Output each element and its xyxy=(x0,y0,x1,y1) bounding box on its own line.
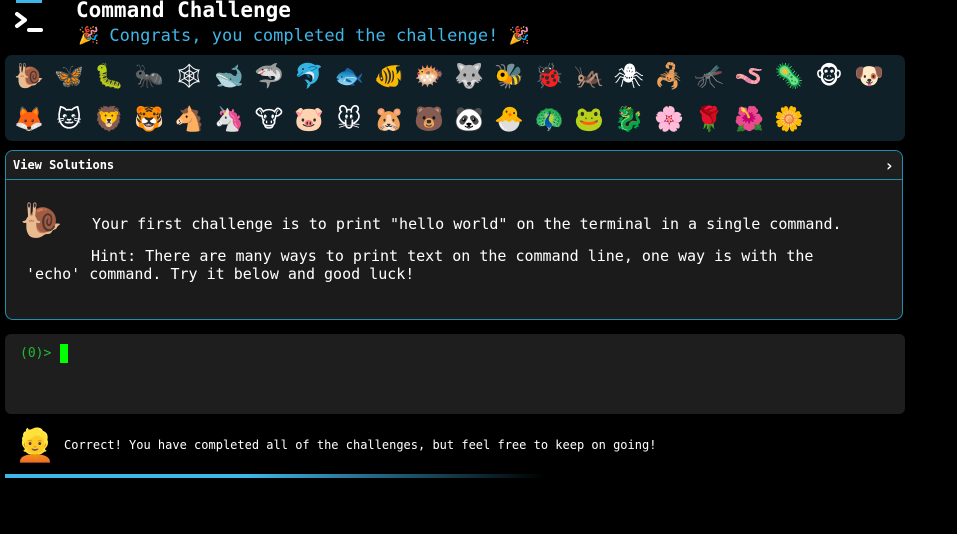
achievement-emoji-icon: 🌺 xyxy=(734,105,764,133)
challenge-panel: View Solutions › 🐌 Your first challenge … xyxy=(5,150,903,320)
achievement-emoji-icon: 🐠 xyxy=(374,62,404,90)
view-solutions-toggle[interactable]: View Solutions › xyxy=(6,151,902,180)
achievement-emoji-icon: 🐟 xyxy=(334,62,364,90)
achievement-emoji-icon: 🐋 xyxy=(214,62,244,90)
emoji-row: 🐌 🦋 🐛 🐜 🕸 🐋 🦈 🐬 🐟 🐠 🐡 🐺 🐝 🐞 🦗 🕷 🦂 🦟 🪱 🦠 🐵 🐶 xyxy=(9,59,889,93)
achievement-emoji-icon: 🕸 xyxy=(173,62,205,90)
challenge-hint: Hint: There are many ways to print text … xyxy=(26,247,814,283)
emoji-row: 🦊 🐱 🦁 🐯 🐴 🦄 🐮 🐷 🐭 🐹 🐻 🐼 🐣 🦚 🐸 🐉 🌸 🌹 🌺 🌼 xyxy=(9,102,809,136)
achievement-emoji-icon: 🌸 xyxy=(654,105,684,133)
achievement-emoji-icon: 🐣 xyxy=(494,105,524,133)
achievement-emoji-icon: 🐴 xyxy=(174,105,204,133)
achievement-emoji-icon: 🐬 xyxy=(294,62,324,90)
achievement-emoji-icon: 🪱 xyxy=(734,62,764,90)
achievement-emoji-panel: 🐌 🦋 🐛 🐜 🕸 🐋 🦈 🐬 🐟 🐠 🐡 🐺 🐝 🐞 🦗 🕷 🦂 🦟 🪱 🦠 🐵 🐶 🦊 🐱 🦁 🐯 🐴 🦄 🐮 🐷 🐭 🐹 🐻 🐼 🐣 🦚 🐸 🐉 🌸… xyxy=(5,55,905,141)
achievement-emoji-icon: 🐉 xyxy=(614,105,644,133)
achievement-emoji-icon: 🐶 xyxy=(854,62,884,90)
terminal-cursor xyxy=(60,344,68,363)
achievement-emoji-icon: 🦚 xyxy=(534,105,564,133)
achievement-emoji-icon: 🦄 xyxy=(214,105,244,133)
achievement-emoji-icon: 🐯 xyxy=(134,105,164,133)
chevron-right-icon: › xyxy=(884,156,894,175)
achievement-emoji-icon: 🦊 xyxy=(14,105,44,133)
achievement-emoji-icon: 🐡 xyxy=(414,62,444,90)
achievement-emoji-icon: 🐻 xyxy=(414,105,444,133)
challenge-description: Your first challenge is to print "hello … xyxy=(92,215,842,233)
achievement-emoji-icon: 🐱 xyxy=(56,105,82,133)
achievement-emoji-icon: 🦗 xyxy=(574,62,604,90)
achievement-emoji-icon: 🐹 xyxy=(374,105,404,133)
progress-bar xyxy=(5,474,905,478)
terminal-prompt: (0)> xyxy=(20,346,52,361)
achievement-emoji-icon: 🐜 xyxy=(134,62,164,90)
achievement-emoji-icon: 🐮 xyxy=(254,105,284,133)
achievement-emoji-icon: 🐼 xyxy=(454,105,484,133)
achievement-emoji-icon: 🦠 xyxy=(774,62,804,90)
person-avatar-icon: 👱 xyxy=(15,426,55,464)
snail-icon: 🐌 xyxy=(20,201,63,241)
achievement-emoji-icon: 🐵 xyxy=(815,62,843,90)
achievement-emoji-icon: 🐸 xyxy=(574,105,604,133)
achievement-emoji-icon: 🦋 xyxy=(54,62,84,90)
achievement-emoji-icon: 🐛 xyxy=(94,62,124,90)
achievement-emoji-icon: 🐷 xyxy=(294,105,324,133)
view-solutions-label: View Solutions xyxy=(13,158,115,172)
terminal-logo-icon xyxy=(15,0,43,32)
terminal-input[interactable]: (0)> xyxy=(5,334,905,414)
achievement-emoji-icon: 🐌 xyxy=(14,62,44,90)
achievement-emoji-icon: 🌹 xyxy=(694,105,724,133)
page-title: Command Challenge xyxy=(76,0,291,22)
achievement-emoji-icon: 🦈 xyxy=(254,62,284,90)
achievement-emoji-icon: 🕷 xyxy=(613,62,645,90)
achievement-emoji-icon: 🦟 xyxy=(694,62,724,90)
achievement-emoji-icon: 🦂 xyxy=(654,62,684,90)
achievement-emoji-icon: 🐭 xyxy=(336,105,362,133)
achievement-emoji-icon: 🐺 xyxy=(454,62,484,90)
header: Command Challenge 🎉 Congrats, you comple… xyxy=(0,0,957,52)
status-message: Correct! You have completed all of the c… xyxy=(64,438,657,452)
achievement-emoji-icon: 🐝 xyxy=(494,62,524,90)
congrats-message: 🎉 Congrats, you completed the challenge!… xyxy=(78,26,530,46)
achievement-emoji-icon: 🦁 xyxy=(94,105,124,133)
achievement-emoji-icon: 🌼 xyxy=(774,105,804,133)
achievement-emoji-icon: 🐞 xyxy=(534,62,564,90)
progress-bar-fill xyxy=(5,474,545,478)
status-message-row: 👱 Correct! You have completed all of the… xyxy=(15,424,905,468)
